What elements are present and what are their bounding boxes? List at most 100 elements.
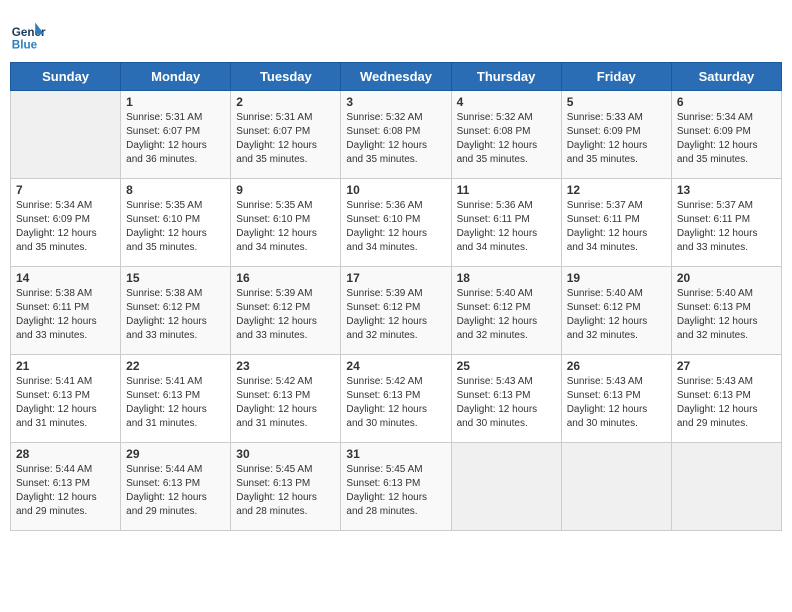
day-cell: 19 Sunrise: 5:40 AM Sunset: 6:12 PM Dayli… <box>561 267 671 355</box>
day-cell: 4 Sunrise: 5:32 AM Sunset: 6:08 PM Daylig… <box>451 91 561 179</box>
day-cell: 12 Sunrise: 5:37 AM Sunset: 6:11 PM Dayli… <box>561 179 671 267</box>
logo: General Blue <box>10 18 50 54</box>
day-number: 20 <box>677 271 776 285</box>
day-cell: 21 Sunrise: 5:41 AM Sunset: 6:13 PM Dayli… <box>11 355 121 443</box>
day-cell: 26 Sunrise: 5:43 AM Sunset: 6:13 PM Dayli… <box>561 355 671 443</box>
day-cell: 28 Sunrise: 5:44 AM Sunset: 6:13 PM Dayli… <box>11 443 121 531</box>
header-friday: Friday <box>561 63 671 91</box>
day-cell: 10 Sunrise: 5:36 AM Sunset: 6:10 PM Dayli… <box>341 179 451 267</box>
day-number: 14 <box>16 271 115 285</box>
day-number: 10 <box>346 183 445 197</box>
week-row-1: 1 Sunrise: 5:31 AM Sunset: 6:07 PM Daylig… <box>11 91 782 179</box>
day-info: Sunrise: 5:38 AM Sunset: 6:11 PM Dayligh… <box>16 287 115 343</box>
day-cell: 23 Sunrise: 5:42 AM Sunset: 6:13 PM Dayli… <box>231 355 341 443</box>
day-cell: 13Sunrise: 5:37 AM Sunset: 6:11 PM Dayli… <box>671 179 781 267</box>
day-info: Sunrise: 5:40 AM Sunset: 6:13 PM Dayligh… <box>677 287 776 343</box>
day-cell: 15Sunrise: 5:38 AM Sunset: 6:12 PM Dayli… <box>121 267 231 355</box>
header-sunday: Sunday <box>11 63 121 91</box>
day-info: Sunrise: 5:39 AM Sunset: 6:12 PM Dayligh… <box>346 287 445 343</box>
day-info: Sunrise: 5:31 AM Sunset: 6:07 PM Dayligh… <box>126 111 225 167</box>
day-cell <box>561 443 671 531</box>
day-cell: 9 Sunrise: 5:35 AM Sunset: 6:10 PM Daylig… <box>231 179 341 267</box>
day-info: Sunrise: 5:42 AM Sunset: 6:13 PM Dayligh… <box>236 375 335 431</box>
day-number: 26 <box>567 359 666 373</box>
day-info: Sunrise: 5:33 AM Sunset: 6:09 PM Dayligh… <box>567 111 666 167</box>
day-info: Sunrise: 5:40 AM Sunset: 6:12 PM Dayligh… <box>567 287 666 343</box>
day-info: Sunrise: 5:34 AM Sunset: 6:09 PM Dayligh… <box>677 111 776 167</box>
day-cell: 17Sunrise: 5:39 AM Sunset: 6:12 PM Dayli… <box>341 267 451 355</box>
day-number: 8 <box>126 183 225 197</box>
day-cell <box>451 443 561 531</box>
day-number: 25 <box>457 359 556 373</box>
day-number: 28 <box>16 447 115 461</box>
day-number: 23 <box>236 359 335 373</box>
day-info: Sunrise: 5:44 AM Sunset: 6:13 PM Dayligh… <box>126 463 225 519</box>
header-monday: Monday <box>121 63 231 91</box>
day-number: 11 <box>457 183 556 197</box>
day-cell <box>671 443 781 531</box>
day-cell: 5 Sunrise: 5:33 AM Sunset: 6:09 PM Daylig… <box>561 91 671 179</box>
day-cell: 27Sunrise: 5:43 AM Sunset: 6:13 PM Dayli… <box>671 355 781 443</box>
day-info: Sunrise: 5:36 AM Sunset: 6:10 PM Dayligh… <box>346 199 445 255</box>
day-number: 4 <box>457 95 556 109</box>
day-number: 31 <box>346 447 445 461</box>
calendar-body: 1 Sunrise: 5:31 AM Sunset: 6:07 PM Daylig… <box>11 91 782 531</box>
day-number: 7 <box>16 183 115 197</box>
day-number: 12 <box>567 183 666 197</box>
day-cell: 14 Sunrise: 5:38 AM Sunset: 6:11 PM Dayli… <box>11 267 121 355</box>
day-number: 5 <box>567 95 666 109</box>
day-cell: 8 Sunrise: 5:35 AM Sunset: 6:10 PM Daylig… <box>121 179 231 267</box>
day-number: 1 <box>126 95 225 109</box>
day-number: 24 <box>346 359 445 373</box>
week-row-4: 21 Sunrise: 5:41 AM Sunset: 6:13 PM Dayli… <box>11 355 782 443</box>
day-number: 19 <box>567 271 666 285</box>
day-cell: 24 Sunrise: 5:42 AM Sunset: 6:13 PM Dayli… <box>341 355 451 443</box>
day-number: 3 <box>346 95 445 109</box>
day-cell <box>11 91 121 179</box>
day-info: Sunrise: 5:32 AM Sunset: 6:08 PM Dayligh… <box>346 111 445 167</box>
day-cell: 30 Sunrise: 5:45 AM Sunset: 6:13 PM Dayli… <box>231 443 341 531</box>
day-info: Sunrise: 5:32 AM Sunset: 6:08 PM Dayligh… <box>457 111 556 167</box>
week-row-3: 14 Sunrise: 5:38 AM Sunset: 6:11 PM Dayli… <box>11 267 782 355</box>
day-info: Sunrise: 5:35 AM Sunset: 6:10 PM Dayligh… <box>126 199 225 255</box>
day-number: 16 <box>236 271 335 285</box>
day-number: 15 <box>126 271 225 285</box>
day-info: Sunrise: 5:45 AM Sunset: 6:13 PM Dayligh… <box>346 463 445 519</box>
day-cell: 1 Sunrise: 5:31 AM Sunset: 6:07 PM Daylig… <box>121 91 231 179</box>
day-cell: 11 Sunrise: 5:36 AM Sunset: 6:11 PM Dayli… <box>451 179 561 267</box>
week-row-5: 28 Sunrise: 5:44 AM Sunset: 6:13 PM Dayli… <box>11 443 782 531</box>
day-number: 13 <box>677 183 776 197</box>
day-number: 9 <box>236 183 335 197</box>
day-info: Sunrise: 5:36 AM Sunset: 6:11 PM Dayligh… <box>457 199 556 255</box>
day-number: 18 <box>457 271 556 285</box>
header-thursday: Thursday <box>451 63 561 91</box>
day-number: 2 <box>236 95 335 109</box>
week-row-2: 7 Sunrise: 5:34 AM Sunset: 6:09 PM Daylig… <box>11 179 782 267</box>
calendar-header-row: SundayMondayTuesdayWednesdayThursdayFrid… <box>11 63 782 91</box>
day-info: Sunrise: 5:39 AM Sunset: 6:12 PM Dayligh… <box>236 287 335 343</box>
day-cell: 29Sunrise: 5:44 AM Sunset: 6:13 PM Dayli… <box>121 443 231 531</box>
day-info: Sunrise: 5:41 AM Sunset: 6:13 PM Dayligh… <box>126 375 225 431</box>
day-number: 6 <box>677 95 776 109</box>
day-info: Sunrise: 5:44 AM Sunset: 6:13 PM Dayligh… <box>16 463 115 519</box>
day-info: Sunrise: 5:41 AM Sunset: 6:13 PM Dayligh… <box>16 375 115 431</box>
day-info: Sunrise: 5:43 AM Sunset: 6:13 PM Dayligh… <box>457 375 556 431</box>
day-info: Sunrise: 5:34 AM Sunset: 6:09 PM Dayligh… <box>16 199 115 255</box>
day-info: Sunrise: 5:43 AM Sunset: 6:13 PM Dayligh… <box>567 375 666 431</box>
day-cell: 2 Sunrise: 5:31 AM Sunset: 6:07 PM Daylig… <box>231 91 341 179</box>
day-info: Sunrise: 5:43 AM Sunset: 6:13 PM Dayligh… <box>677 375 776 431</box>
day-info: Sunrise: 5:31 AM Sunset: 6:07 PM Dayligh… <box>236 111 335 167</box>
day-cell: 31 Sunrise: 5:45 AM Sunset: 6:13 PM Dayli… <box>341 443 451 531</box>
day-info: Sunrise: 5:42 AM Sunset: 6:13 PM Dayligh… <box>346 375 445 431</box>
day-number: 21 <box>16 359 115 373</box>
day-cell: 3 Sunrise: 5:32 AM Sunset: 6:08 PM Daylig… <box>341 91 451 179</box>
day-info: Sunrise: 5:40 AM Sunset: 6:12 PM Dayligh… <box>457 287 556 343</box>
day-cell: 18 Sunrise: 5:40 AM Sunset: 6:12 PM Dayli… <box>451 267 561 355</box>
day-number: 30 <box>236 447 335 461</box>
day-info: Sunrise: 5:45 AM Sunset: 6:13 PM Dayligh… <box>236 463 335 519</box>
calendar-table: SundayMondayTuesdayWednesdayThursdayFrid… <box>10 62 782 531</box>
day-info: Sunrise: 5:37 AM Sunset: 6:11 PM Dayligh… <box>567 199 666 255</box>
day-info: Sunrise: 5:35 AM Sunset: 6:10 PM Dayligh… <box>236 199 335 255</box>
day-cell: 25 Sunrise: 5:43 AM Sunset: 6:13 PM Dayli… <box>451 355 561 443</box>
day-cell: 20 Sunrise: 5:40 AM Sunset: 6:13 PM Dayli… <box>671 267 781 355</box>
